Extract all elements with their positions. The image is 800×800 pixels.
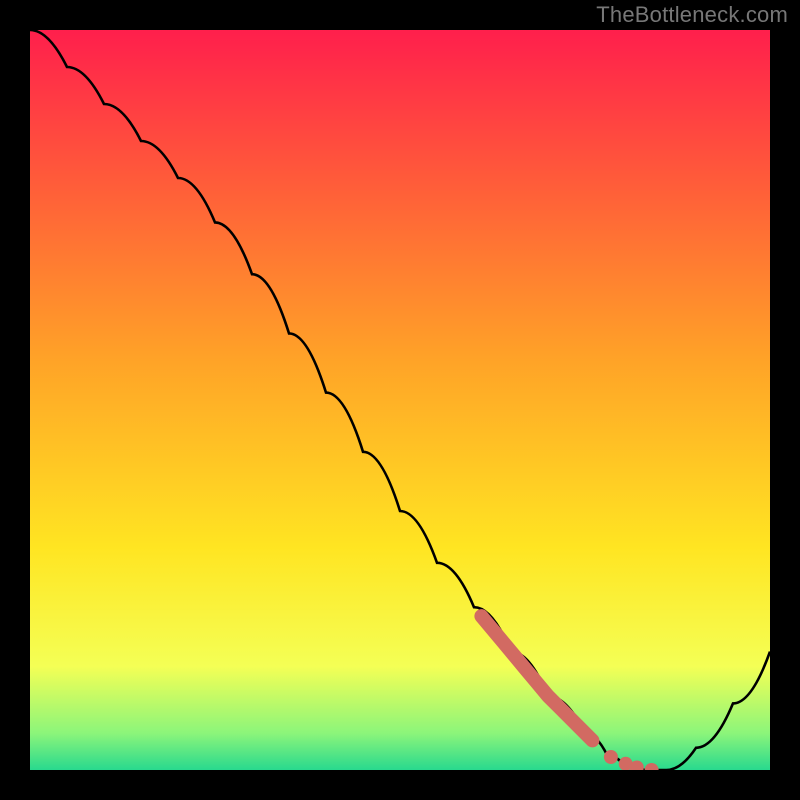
highlight-dots-layer — [30, 30, 770, 770]
chart-container: TheBottleneck.com — [0, 0, 800, 800]
highlight-dots — [481, 616, 658, 770]
highlight-dot — [645, 763, 659, 770]
plot-frame — [30, 30, 770, 770]
highlight-solid-segment — [481, 616, 592, 740]
highlight-dot — [604, 750, 618, 764]
plot-area — [30, 30, 770, 770]
attribution-text: TheBottleneck.com — [596, 2, 788, 28]
